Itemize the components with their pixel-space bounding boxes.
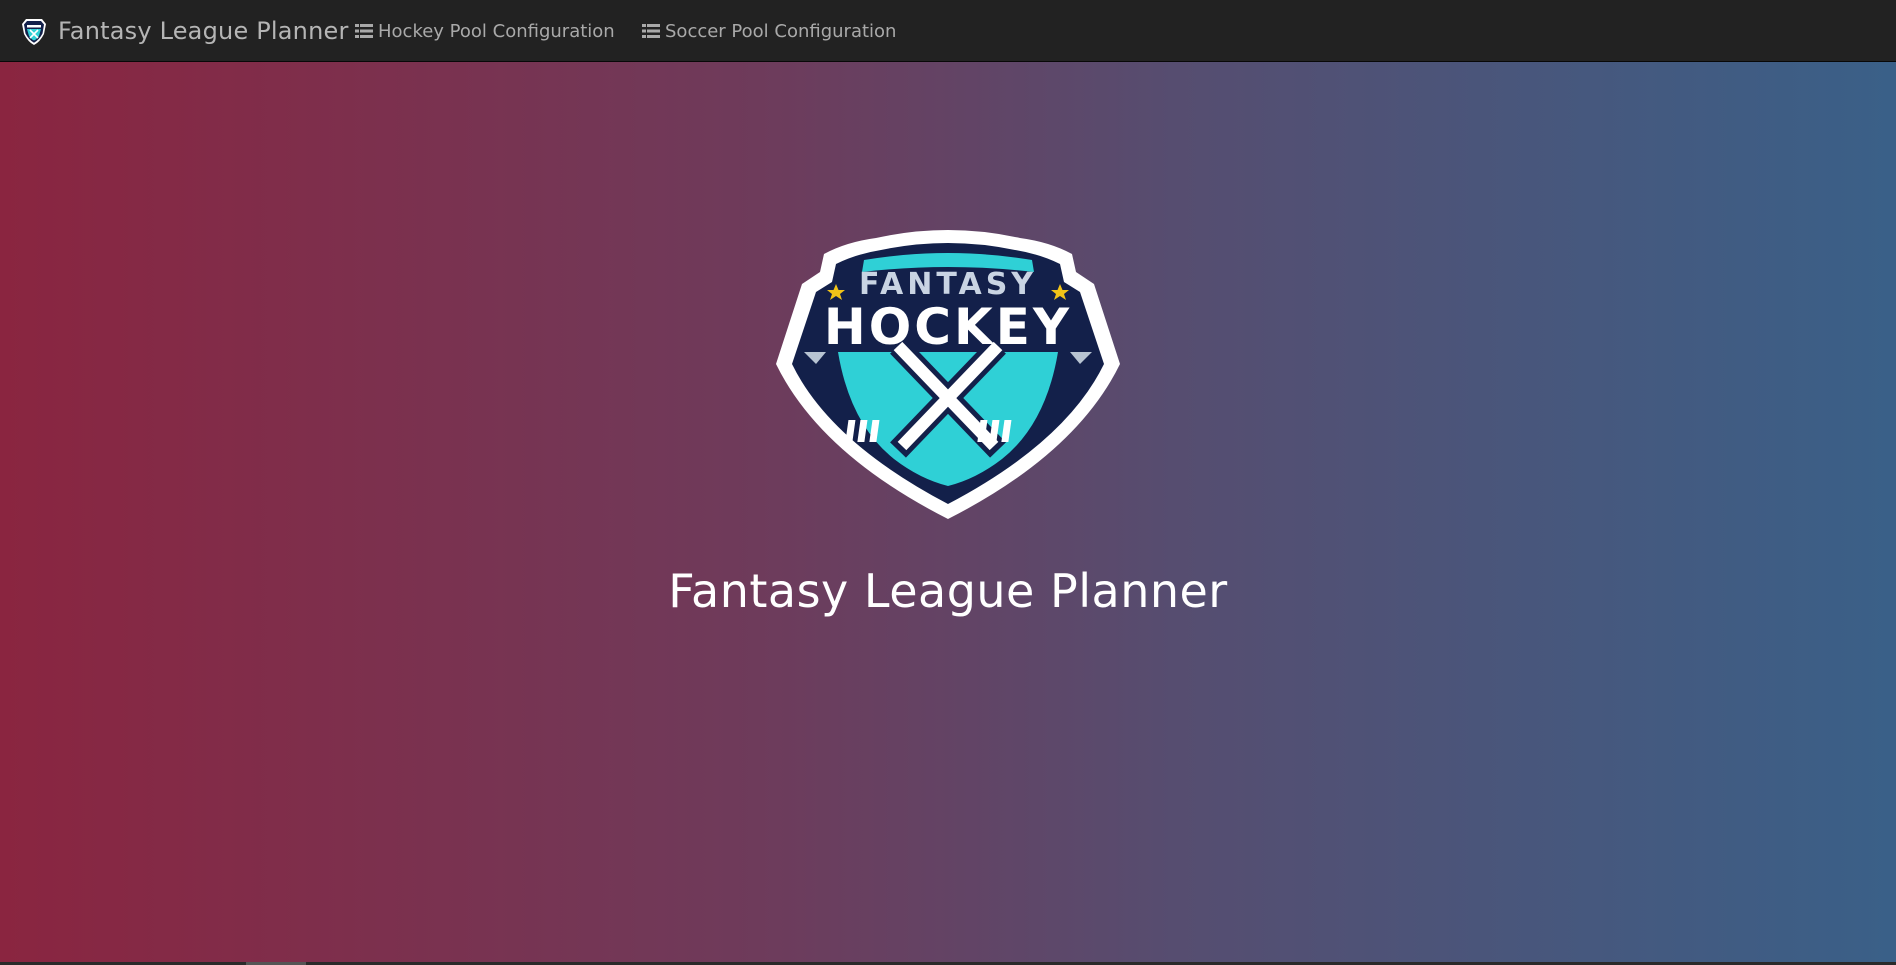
fantasy-hockey-logo: FANTASY HOCKEY [776, 230, 1120, 519]
svg-text:HOCKEY: HOCKEY [824, 298, 1072, 356]
brand-title: Fantasy League Planner [58, 17, 349, 45]
list-icon [642, 23, 660, 39]
nav-hockey-pool-configuration[interactable]: Hockey Pool Configuration [355, 18, 615, 44]
nav-soccer-pool-configuration[interactable]: Soccer Pool Configuration [642, 18, 896, 44]
hero-title: Fantasy League Planner [668, 564, 1228, 618]
fantasy-hockey-shield-icon [18, 15, 50, 47]
nav-hockey-label: Hockey Pool Configuration [378, 20, 615, 42]
top-navbar: Fantasy League Planner Hockey Pool Confi… [0, 0, 1896, 62]
list-icon [355, 23, 373, 39]
svg-text:FANTASY: FANTASY [859, 267, 1037, 302]
hero-section: FANTASY HOCKEY Fantasy League Planner [0, 62, 1896, 965]
nav-soccer-label: Soccer Pool Configuration [665, 20, 897, 42]
navbar-brand[interactable]: Fantasy League Planner [18, 14, 349, 48]
